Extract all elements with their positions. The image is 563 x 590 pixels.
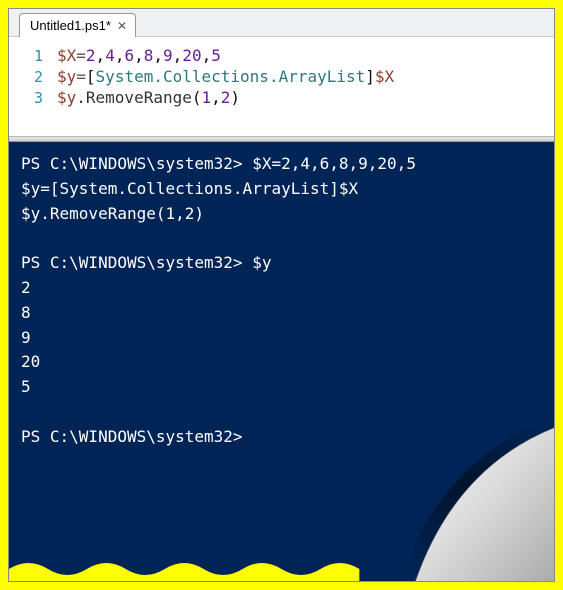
- code-content[interactable]: $y=[System.Collections.ArrayList]$X: [57, 67, 394, 86]
- console-line: [21, 226, 542, 251]
- console-line: $y=[System.Collections.ArrayList]$X: [21, 177, 542, 202]
- console-line: PS C:\WINDOWS\system32>: [21, 425, 542, 450]
- script-editor[interactable]: 1$X=2,4,6,8,9,20,52$y=[System.Collection…: [9, 37, 554, 136]
- console-line: $y.RemoveRange(1,2): [21, 202, 542, 227]
- console-line: PS C:\WINDOWS\system32> $y: [21, 251, 542, 276]
- tab-untitled1[interactable]: Untitled1.ps1* ✕: [19, 13, 136, 37]
- code-line[interactable]: 2$y=[System.Collections.ArrayList]$X: [9, 66, 554, 87]
- torn-edge-decoration: [9, 557, 554, 581]
- code-content[interactable]: $X=2,4,6,8,9,20,5: [57, 46, 221, 65]
- line-number: 2: [9, 68, 57, 86]
- console-line: 9: [21, 326, 542, 351]
- console-line: PS C:\WINDOWS\system32> $X=2,4,6,8,9,20,…: [21, 152, 542, 177]
- line-number: 1: [9, 47, 57, 65]
- console-line: 8: [21, 301, 542, 326]
- code-line[interactable]: 1$X=2,4,6,8,9,20,5: [9, 45, 554, 66]
- code-line[interactable]: 3$y.RemoveRange(1,2): [9, 87, 554, 108]
- close-icon[interactable]: ✕: [117, 19, 127, 33]
- code-content[interactable]: $y.RemoveRange(1,2): [57, 88, 240, 107]
- console-line: 2: [21, 276, 542, 301]
- console-line: [21, 400, 542, 425]
- line-number: 3: [9, 89, 57, 107]
- console-pane[interactable]: PS C:\WINDOWS\system32> $X=2,4,6,8,9,20,…: [9, 142, 554, 581]
- tab-bar: Untitled1.ps1* ✕: [9, 9, 554, 37]
- tab-title: Untitled1.ps1*: [30, 18, 111, 33]
- ise-window: Untitled1.ps1* ✕ 1$X=2,4,6,8,9,20,52$y=[…: [8, 8, 555, 582]
- console-line: 5: [21, 375, 542, 400]
- console-line: 20: [21, 350, 542, 375]
